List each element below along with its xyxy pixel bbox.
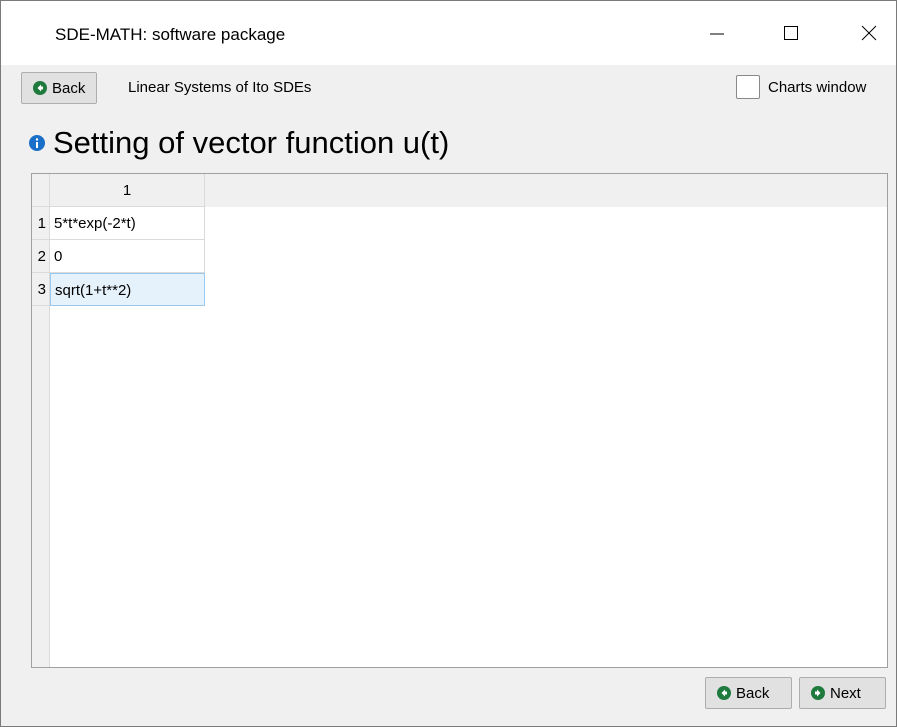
row-header-3[interactable]: 3 [32, 273, 50, 306]
info-icon [29, 135, 45, 151]
page-title: Setting of vector function u(t) [53, 125, 450, 160]
minimize-icon [710, 33, 724, 35]
back-arrow-icon [717, 686, 731, 700]
table-cell-row-2[interactable]: 0 [50, 240, 205, 273]
row-header-1[interactable]: 1 [32, 207, 50, 240]
close-icon [861, 25, 877, 41]
table-cell-row-1[interactable]: 5*t*exp(-2*t) [50, 207, 205, 240]
row-header-2[interactable]: 2 [32, 240, 50, 273]
table-cell-row-3[interactable]: sqrt(1+t**2) [50, 273, 205, 306]
next-button-label: Next [830, 684, 861, 702]
vector-table: 1 1 5*t*exp(-2*t) 2 0 3 sqrt(1+t**2) [31, 173, 888, 668]
maximize-icon [784, 26, 798, 40]
page-heading: Setting of vector function u(t) [29, 125, 449, 161]
back-button-bottom[interactable]: Back [705, 677, 792, 709]
app-window: SDE-MATH: software package Back Linear S… [0, 0, 897, 727]
back-arrow-icon [33, 81, 47, 95]
minimize-button[interactable] [689, 1, 745, 65]
back-button-top-label: Back [52, 79, 86, 97]
window-title: SDE-MATH: software package [55, 25, 286, 44]
next-arrow-icon [811, 686, 825, 700]
breadcrumb: Linear Systems of Ito SDEs [128, 79, 312, 96]
close-button[interactable] [841, 1, 897, 65]
table-corner[interactable] [32, 174, 50, 207]
charts-window-label[interactable]: Charts window [768, 79, 866, 96]
charts-window-checkbox[interactable] [736, 75, 760, 99]
column-header-1[interactable]: 1 [50, 174, 205, 207]
next-button[interactable]: Next [799, 677, 886, 709]
back-button-top[interactable]: Back [21, 72, 97, 104]
maximize-button[interactable] [763, 1, 819, 65]
title-bar: SDE-MATH: software package [1, 1, 896, 65]
header-filler [205, 174, 887, 207]
back-button-bottom-label: Back [736, 684, 770, 702]
